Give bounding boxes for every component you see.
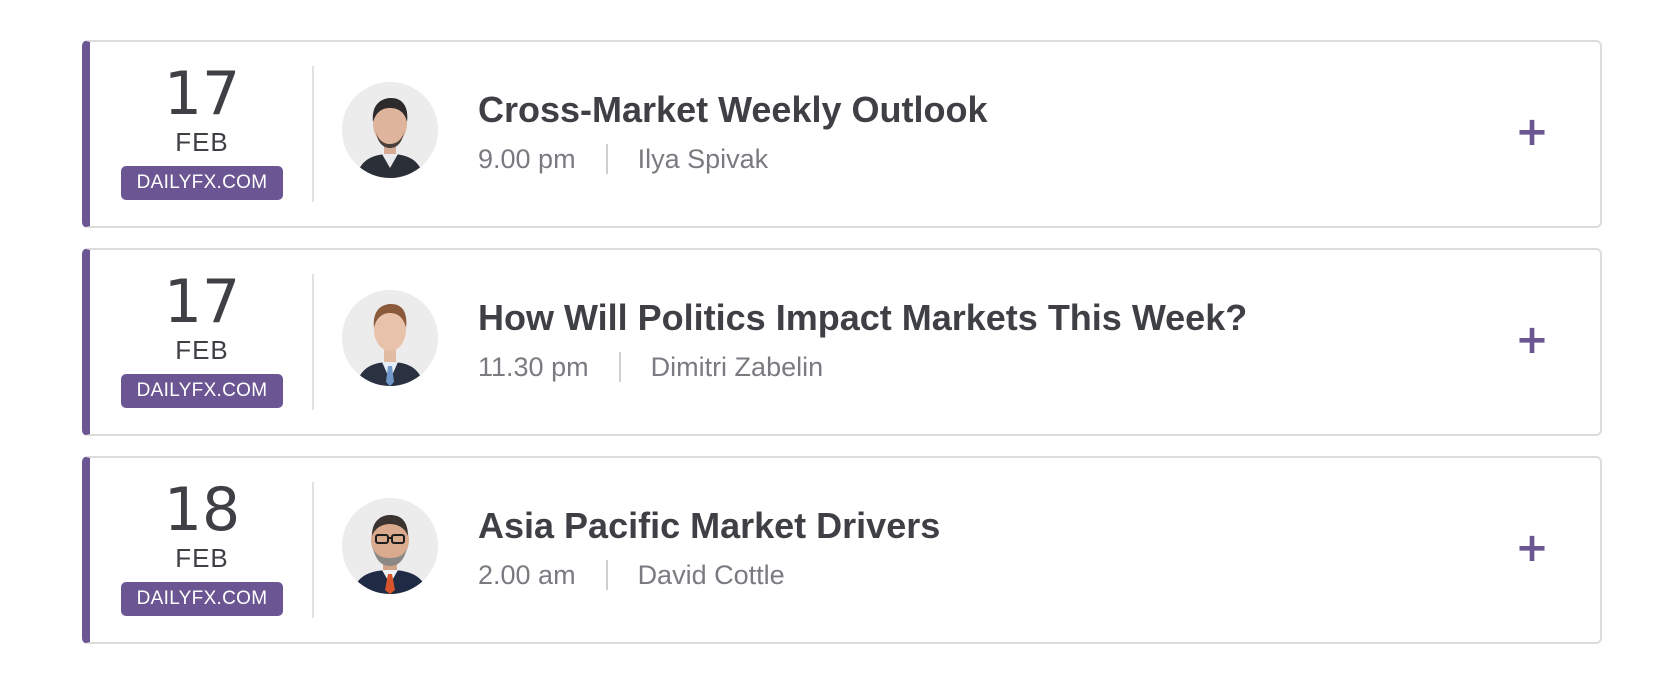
event-presenter: Ilya Spivak [637, 144, 769, 174]
presenter-photo-icon [342, 290, 438, 386]
divider [312, 482, 314, 618]
event-card[interactable]: 17 FEB DAILYFX.COM How Will Politics Imp… [82, 248, 1602, 436]
source-badge: DAILYFX.COM [120, 374, 284, 408]
event-title[interactable]: Asia Pacific Market Drivers [478, 504, 1480, 548]
meta-separator [618, 352, 621, 382]
event-month: FEB [175, 127, 229, 157]
source-badge: DAILYFX.COM [120, 166, 284, 200]
event-card[interactable]: 17 FEB DAILYFX.COM Cross-Market Weekly O… [82, 40, 1602, 228]
event-date: 18 FEB DAILYFX.COM [90, 458, 314, 642]
source-badge: DAILYFX.COM [120, 582, 284, 616]
expand-plus-icon[interactable]: + [1512, 528, 1552, 568]
divider [312, 274, 314, 410]
expand-plus-icon[interactable]: + [1512, 112, 1552, 152]
expand-plus-icon[interactable]: + [1512, 320, 1552, 360]
event-day: 17 [163, 267, 241, 337]
event-presenter: Dimitri Zabelin [650, 352, 824, 382]
event-time: 11.30 pm [478, 352, 589, 382]
event-title[interactable]: How Will Politics Impact Markets This We… [478, 296, 1480, 340]
divider [312, 66, 314, 202]
meta-separator [605, 144, 608, 174]
event-title[interactable]: Cross-Market Weekly Outlook [478, 88, 1480, 132]
presenter-avatar [342, 82, 438, 178]
event-time: 2.00 am [478, 560, 576, 590]
event-time: 9.00 pm [478, 144, 576, 174]
event-info: Asia Pacific Market Drivers 2.00 am Davi… [478, 504, 1480, 592]
meta-separator [605, 560, 608, 590]
event-date: 17 FEB DAILYFX.COM [90, 42, 314, 226]
event-info: How Will Politics Impact Markets This We… [478, 296, 1480, 384]
event-day: 17 [163, 59, 241, 129]
event-card[interactable]: 18 FEB DAILYFX.COM Asia Pacific Market D… [82, 456, 1602, 644]
event-meta: 11.30 pm Dimitri Zabelin [478, 350, 1480, 384]
event-day: 18 [163, 475, 241, 545]
presenter-photo-icon [342, 82, 438, 178]
presenter-avatar [342, 290, 438, 386]
presenter-avatar [342, 498, 438, 594]
event-info: Cross-Market Weekly Outlook 9.00 pm Ilya… [478, 88, 1480, 176]
event-meta: 9.00 pm Ilya Spivak [478, 142, 1480, 176]
event-month: FEB [175, 543, 229, 573]
webinar-event-list: 17 FEB DAILYFX.COM Cross-Market Weekly O… [82, 40, 1602, 664]
event-presenter: David Cottle [637, 560, 785, 590]
presenter-photo-icon [342, 498, 438, 594]
event-month: FEB [175, 335, 229, 365]
event-meta: 2.00 am David Cottle [478, 558, 1480, 592]
event-date: 17 FEB DAILYFX.COM [90, 250, 314, 434]
